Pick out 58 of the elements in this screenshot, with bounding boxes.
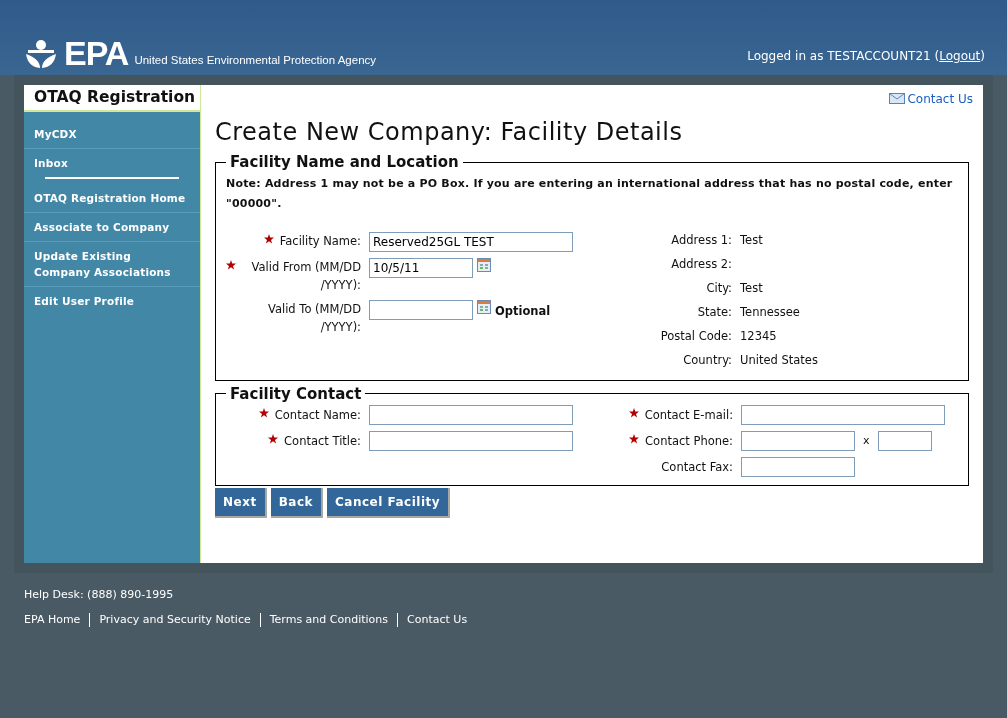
address-label: Address 2:: [670, 255, 732, 273]
address-label: Address 1:: [670, 231, 732, 249]
form-button[interactable]: Back: [270, 488, 323, 518]
address-label: City:: [705, 279, 732, 297]
field-label: Contact Phone:: [645, 433, 733, 450]
footer-link[interactable]: Terms and Conditions: [269, 611, 389, 628]
login-status: Logged in as TESTACCOUNT21 (Logout): [747, 48, 985, 65]
field-label: Valid From (MM/DD /YYYY):: [250, 258, 361, 294]
sidebar-link[interactable]: Update Existing Company Associations: [24, 242, 200, 287]
address-value: Tennessee: [740, 303, 800, 321]
field-label: Contact Name:: [274, 407, 361, 424]
address-label: Postal Code:: [659, 327, 732, 345]
calendar-icon[interactable]: [477, 257, 491, 272]
input-field[interactable]: Reserved25GL TEST: [369, 231, 573, 252]
sidebar-link[interactable]: Edit User Profile: [24, 287, 200, 315]
logo-text[interactable]: EPA: [64, 37, 129, 69]
input-field[interactable]: [369, 299, 473, 320]
input-field[interactable]: 10/5/11: [369, 257, 473, 278]
form-button[interactable]: Cancel Facility: [327, 488, 451, 518]
input-field[interactable]: [741, 431, 855, 451]
input-field[interactable]: [877, 431, 932, 451]
contact-us-link[interactable]: Contact Us: [889, 89, 973, 108]
form-button[interactable]: Next: [215, 488, 267, 518]
field-label: Valid To (MM/DD /YYYY):: [266, 300, 361, 336]
address-note: Note: Address 1 may not be a PO Box. If you are entering an international address that has no postal code, enter "00000".: [226, 175, 954, 212]
input-field[interactable]: [741, 457, 855, 477]
sidebar-link[interactable]: OTAQ Registration Home: [24, 184, 200, 213]
sidebar-link[interactable]: MyCDX: [24, 120, 200, 149]
footer-link[interactable]: Contact Us: [407, 611, 468, 628]
field-label: Facility Name:: [279, 232, 361, 250]
input-field[interactable]: [369, 405, 573, 425]
field-label: Contact Fax:: [661, 459, 733, 476]
logout-link[interactable]: Logout: [939, 49, 981, 63]
fieldset-legend: Facility Contact: [226, 382, 366, 405]
agency-name: United States Environmental Protection Agency: [134, 52, 377, 68]
input-field[interactable]: [741, 405, 945, 425]
address-value: Test: [740, 231, 763, 249]
envelope-icon: [889, 93, 906, 104]
address-value: Test: [740, 279, 763, 297]
address-label: Country:: [682, 351, 732, 369]
help-desk-text: Help Desk: (888) 890-1995: [24, 587, 175, 603]
page-title: Create New Company: Facility Details: [215, 117, 684, 147]
sidebar-title: OTAQ Registration: [34, 86, 196, 108]
sidebar-link[interactable]: Inbox: [24, 149, 200, 177]
field-label: Contact E-mail:: [644, 407, 733, 424]
address-label: State:: [696, 303, 732, 321]
flower-logo-icon: [24, 37, 58, 69]
footer-link[interactable]: Privacy and Security Notice: [99, 611, 251, 628]
sidebar-link[interactable]: Associate to Company: [24, 213, 200, 242]
extension-label: x: [862, 432, 871, 449]
field-label: Contact Title:: [284, 433, 361, 450]
footer-link[interactable]: EPA Home: [24, 611, 81, 628]
address-value: 12345: [740, 327, 777, 345]
address-value: United States: [740, 351, 818, 369]
calendar-icon[interactable]: [477, 299, 491, 314]
fieldset-legend: Facility Name and Location: [226, 151, 463, 174]
input-field[interactable]: [369, 431, 573, 451]
optional-hint: Optional: [495, 302, 551, 320]
